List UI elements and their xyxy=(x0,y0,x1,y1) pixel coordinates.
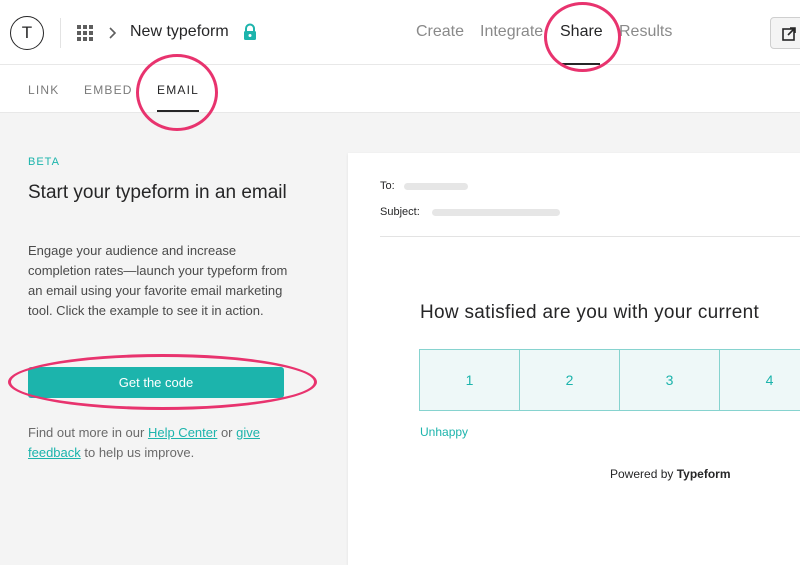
annotation-ring-share xyxy=(544,2,621,72)
powered-brand: Typeform xyxy=(676,467,731,481)
give-feedback-link[interactable]: give xyxy=(236,425,260,440)
nav-results[interactable]: Results xyxy=(619,23,672,41)
help-center-link[interactable]: Help Center xyxy=(148,425,217,440)
top-bar: T New typeform Create Integrate Share Re… xyxy=(0,0,800,65)
avatar-letter: T xyxy=(21,23,33,42)
nav-create[interactable]: Create xyxy=(416,23,464,41)
give-feedback-link-cont[interactable]: feedback xyxy=(28,445,81,460)
tab-embed[interactable]: EMBED xyxy=(84,83,133,97)
panel-description: Engage your audience and increase comple… xyxy=(28,243,288,318)
beta-badge: BETA xyxy=(28,156,60,168)
help-prefix: Find out more in our xyxy=(28,425,148,440)
rating-option-1[interactable]: 1 xyxy=(419,349,520,411)
preview-divider xyxy=(380,236,800,237)
survey-question: How satisfied are you with your current xyxy=(420,302,760,323)
help-or: or xyxy=(217,425,237,440)
email-share-panel: BETA Start your typeform in an email Eng… xyxy=(0,113,800,565)
rating-option-3[interactable]: 3 xyxy=(619,349,720,411)
scale-low-label: Unhappy xyxy=(420,425,469,439)
rating-option-4[interactable]: 4 xyxy=(719,349,800,411)
grid-icon[interactable] xyxy=(77,25,93,41)
open-external-button[interactable] xyxy=(770,17,800,49)
share-subtabs: LINK EMBED EMAIL xyxy=(0,65,800,113)
form-title[interactable]: New typeform xyxy=(130,23,229,41)
subject-label: Subject: xyxy=(380,206,420,218)
powered-by: Powered by Typeform xyxy=(610,467,731,481)
help-text: Find out more in our Help Center or give… xyxy=(28,423,298,463)
email-preview-card[interactable]: To: Subject: How satisfied are you with … xyxy=(348,153,800,565)
powered-prefix: Powered by xyxy=(610,467,677,481)
workspace-avatar[interactable]: T xyxy=(10,16,44,50)
help-suffix: to help us improve. xyxy=(80,445,195,460)
annotation-ring-email xyxy=(136,54,218,131)
panel-heading: Start your typeform in an email xyxy=(28,182,287,203)
header-divider xyxy=(60,18,61,48)
subject-placeholder xyxy=(432,209,560,216)
rating-scale: 1 2 3 4 xyxy=(419,349,800,411)
external-link-icon xyxy=(782,27,796,41)
annotation-ring-get-code xyxy=(8,354,317,410)
tab-link[interactable]: LINK xyxy=(28,83,59,97)
rating-option-2[interactable]: 2 xyxy=(519,349,620,411)
nav-integrate[interactable]: Integrate xyxy=(480,23,543,41)
chevron-right-icon xyxy=(109,27,117,39)
to-placeholder xyxy=(404,183,468,190)
to-label: To: xyxy=(380,180,395,192)
lock-icon[interactable] xyxy=(242,23,258,41)
